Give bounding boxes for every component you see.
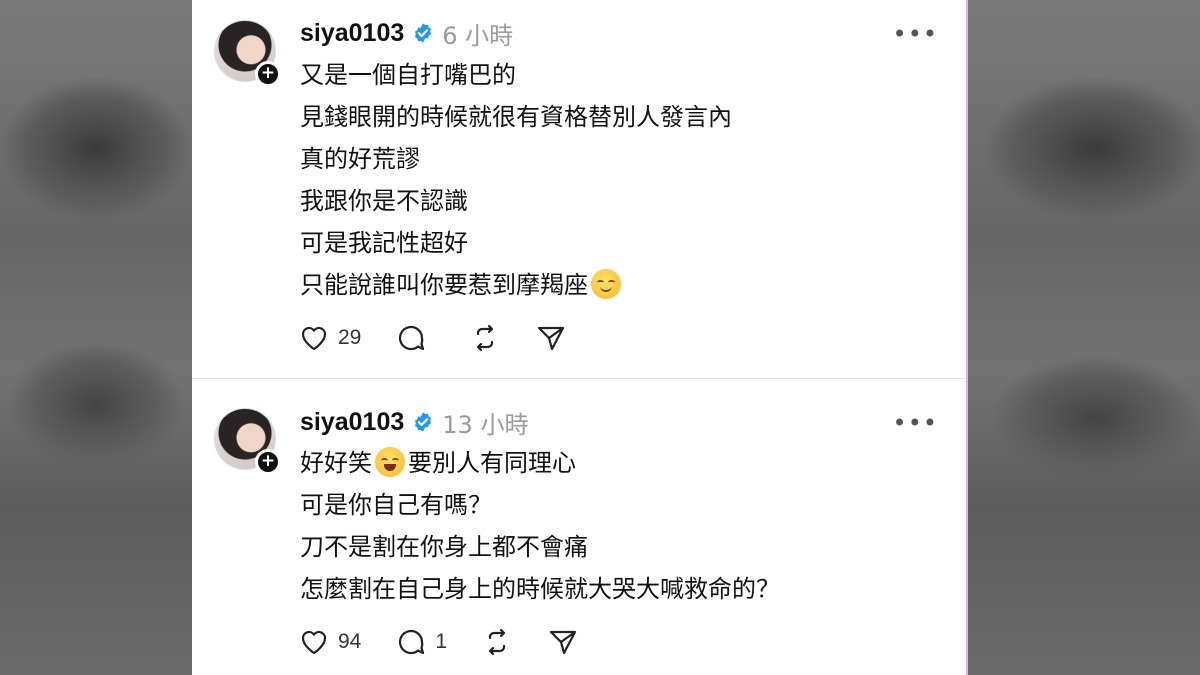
post-time: 6 小時 <box>442 21 514 50</box>
post-text: 好好笑 要別人有同理心 可是你自己有嗎？ 刀不是割在你身上都不會痛 怎麼割在自己身… <box>300 442 780 610</box>
follow-plus-icon[interactable]: + <box>255 61 281 87</box>
post-text-line: 真的好荒謬 <box>300 145 420 173</box>
post-text-line: 又是一個自打嘴巴的 <box>300 61 516 89</box>
blurred-background-left <box>0 0 192 675</box>
post-header: siya0103 13 小時 <box>300 407 529 439</box>
post-time: 13 小時 <box>442 410 529 439</box>
more-options-icon[interactable]: ••• <box>893 20 938 48</box>
repost-button[interactable] <box>469 322 501 354</box>
send-icon <box>549 630 577 655</box>
reply-button[interactable]: 1 <box>395 626 447 658</box>
verified-badge-icon <box>415 23 432 43</box>
screenshot-stage: + siya0103 6 小時 ••• 又是一個自打嘴巴的 見錢眼開的時候就很有… <box>0 0 1200 675</box>
like-button[interactable]: 29 <box>298 322 361 354</box>
like-button[interactable]: 94 <box>298 626 361 658</box>
verified-badge-icon <box>415 412 432 432</box>
username[interactable]: siya0103 <box>300 408 404 437</box>
post-text-line-last: 只能說誰叫你要惹到摩羯座 <box>300 264 732 306</box>
comment-icon <box>399 325 425 351</box>
edge-line <box>966 0 968 675</box>
post-text-line: 見錢眼開的時候就很有資格替別人發言內 <box>300 103 732 131</box>
post-text-line: 只能說誰叫你要惹到摩羯座 <box>300 271 588 299</box>
username[interactable]: siya0103 <box>300 19 404 48</box>
avatar[interactable]: + <box>214 408 281 475</box>
post-text-fragment: 好好笑 <box>300 449 372 477</box>
repost-button[interactable] <box>481 626 513 658</box>
repost-icon <box>488 628 506 656</box>
post-text-fragment: 要別人有同理心 <box>408 449 576 477</box>
share-button[interactable] <box>547 626 579 658</box>
blurred-background-right <box>968 0 1200 675</box>
post-text-line-first: 好好笑 要別人有同理心 <box>300 442 780 484</box>
post-header: siya0103 6 小時 <box>300 18 514 50</box>
share-button[interactable] <box>535 322 567 354</box>
post-text-line: 刀不是割在你身上都不會痛 <box>300 533 588 561</box>
reply-button[interactable] <box>395 322 435 354</box>
follow-plus-icon[interactable]: + <box>255 449 281 475</box>
post-text-line: 可是我記性超好 <box>300 229 468 257</box>
heart-icon <box>301 326 327 351</box>
like-count: 94 <box>338 630 362 653</box>
relieved-face-emoji <box>591 269 621 299</box>
more-options-icon[interactable]: ••• <box>893 409 938 437</box>
grinning-squinting-face-emoji <box>375 447 405 477</box>
repost-icon <box>477 324 494 352</box>
post-text: 又是一個自打嘴巴的 見錢眼開的時候就很有資格替別人發言內 真的好荒謬 我跟你是不… <box>300 54 732 306</box>
threads-feed-panel: + siya0103 6 小時 ••• 又是一個自打嘴巴的 見錢眼開的時候就很有… <box>192 0 966 675</box>
send-icon <box>538 326 565 351</box>
heart-icon <box>301 630 327 655</box>
post-text-line: 我跟你是不認識 <box>300 187 468 215</box>
comment-icon <box>399 629 425 655</box>
post-text-line: 怎麼割在自己身上的時候就大哭大喊救命的？ <box>300 575 780 603</box>
avatar[interactable]: + <box>214 20 281 87</box>
like-count: 29 <box>338 326 362 349</box>
reply-count: 1 <box>435 630 448 653</box>
post-text-line: 可是你自己有嗎？ <box>300 491 492 519</box>
thread-post: + siya0103 13 小時 ••• 好好笑 要別人有同理心 可是你自己有嗎？… <box>192 379 966 675</box>
post-actions: 94 1 <box>298 625 613 659</box>
post-actions: 29 <box>298 321 601 355</box>
thread-post: + siya0103 6 小時 ••• 又是一個自打嘴巴的 見錢眼開的時候就很有… <box>192 0 966 378</box>
